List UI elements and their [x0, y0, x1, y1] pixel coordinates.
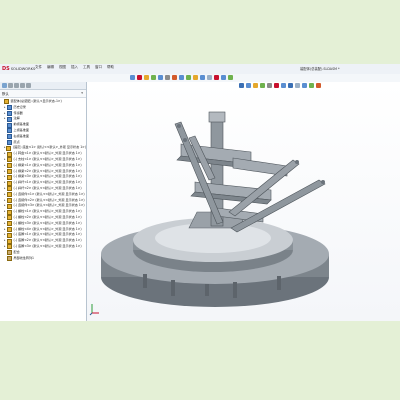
- menu-bar: 文件 编辑 视图 插入 工具 窗口 帮助: [34, 65, 115, 70]
- solidworks-wordmark: SOLIDWORKS: [10, 67, 36, 71]
- dimxpert-tab-icon[interactable]: [20, 83, 25, 88]
- configuration-value: 默认: [2, 92, 9, 96]
- folder-icon: [7, 116, 12, 122]
- tree-item[interactable]: 局部线性阵列1: [0, 256, 86, 262]
- origin-icon: [7, 139, 12, 145]
- menu-tools[interactable]: 工具: [82, 65, 91, 70]
- plane-icon: [7, 134, 12, 140]
- toolbar-tool-icon[interactable]: [151, 75, 156, 80]
- part-icon: [7, 221, 12, 227]
- chevron-down-icon: ▾: [81, 91, 83, 95]
- toolbar-tool-icon[interactable]: [130, 75, 135, 80]
- property-manager-tab-icon[interactable]: [8, 83, 13, 88]
- folder-icon: [7, 105, 12, 111]
- part-icon: [7, 180, 12, 186]
- feature-manager-tab-icon[interactable]: [2, 83, 7, 88]
- part-icon: [7, 238, 12, 244]
- menu-file[interactable]: 文件: [34, 65, 43, 70]
- panel-tabs: [0, 82, 86, 90]
- toolbar-tool-icon[interactable]: [207, 75, 212, 80]
- part-icon: [7, 209, 12, 215]
- toolbar-icons: [130, 75, 233, 80]
- toolbar-tool-icon[interactable]: [165, 75, 170, 80]
- part-icon: [7, 215, 12, 221]
- part-icon: [7, 226, 12, 232]
- part-icon: [7, 186, 12, 192]
- menu-insert[interactable]: 插入: [70, 65, 79, 70]
- part-icon: [7, 232, 12, 238]
- part-icon: [7, 168, 12, 174]
- configuration-manager-tab-icon[interactable]: [14, 83, 19, 88]
- toolbar-tool-icon[interactable]: [214, 75, 219, 80]
- toolbar-tool-icon[interactable]: [228, 75, 233, 80]
- column-cap: [208, 111, 226, 123]
- feature-icon: [7, 255, 12, 261]
- menu-view[interactable]: 视图: [58, 65, 67, 70]
- toolbar-tool-icon[interactable]: [221, 75, 226, 80]
- toolbar-tool-icon[interactable]: [172, 75, 177, 80]
- menu-edit[interactable]: 编辑: [46, 65, 55, 70]
- graphics-area[interactable]: [87, 82, 400, 321]
- plane-icon: [7, 128, 12, 134]
- part-icon: [7, 157, 12, 163]
- part-icon: [7, 244, 12, 250]
- toolbar-tool-icon[interactable]: [200, 75, 205, 80]
- configuration-dropdown[interactable]: 默认 ▾: [0, 90, 86, 98]
- toolbar-tool-icon[interactable]: [193, 75, 198, 80]
- toolbar-tool-icon[interactable]: [179, 75, 184, 80]
- toolbar-tool-icon[interactable]: [158, 75, 163, 80]
- assembly-icon: [4, 99, 9, 105]
- plane-icon: [7, 122, 12, 128]
- model-viewport[interactable]: [87, 82, 400, 321]
- document-title: 装配体(总装配).SLDASM *: [300, 67, 340, 71]
- mates-icon: [7, 250, 12, 256]
- menu-window[interactable]: 窗口: [94, 65, 103, 70]
- toolbar-tool-icon[interactable]: [186, 75, 191, 80]
- part-icon: [7, 197, 12, 203]
- menu-help[interactable]: 帮助: [106, 65, 115, 70]
- feature-tree: 装配体(总装配) (默认<显示状态-1>) ▸ 历史记录 ▸ 传感器 ▸ 注解 前视基准面 上视…: [0, 99, 86, 261]
- axis-triad-icon: [89, 304, 99, 316]
- display-manager-tab-icon[interactable]: [26, 83, 31, 88]
- part-icon: [6, 145, 12, 151]
- feature-manager-panel: 默认 ▾ 装配体(总装配) (默认<显示状态-1>) ▸ 历史记录 ▸ 传感器 ▸ 注解 前视…: [0, 82, 87, 321]
- part-icon: [7, 192, 12, 198]
- tree-item-label: 局部线性阵列1: [13, 255, 35, 260]
- toolbar-tool-icon[interactable]: [137, 75, 142, 80]
- toolbar-tool-icon[interactable]: [144, 75, 149, 80]
- part-icon: [7, 174, 12, 180]
- part-icon: [7, 163, 12, 169]
- solidworks-window: DS SOLIDWORKS 文件 编辑 视图 插入 工具 窗口 帮助 装配体(总…: [0, 64, 400, 321]
- ds-logo: DS: [2, 66, 10, 72]
- folder-icon: [7, 110, 12, 116]
- part-icon: [7, 151, 12, 157]
- app-logo[interactable]: DS SOLIDWORKS: [2, 65, 35, 73]
- part-icon: [7, 203, 12, 209]
